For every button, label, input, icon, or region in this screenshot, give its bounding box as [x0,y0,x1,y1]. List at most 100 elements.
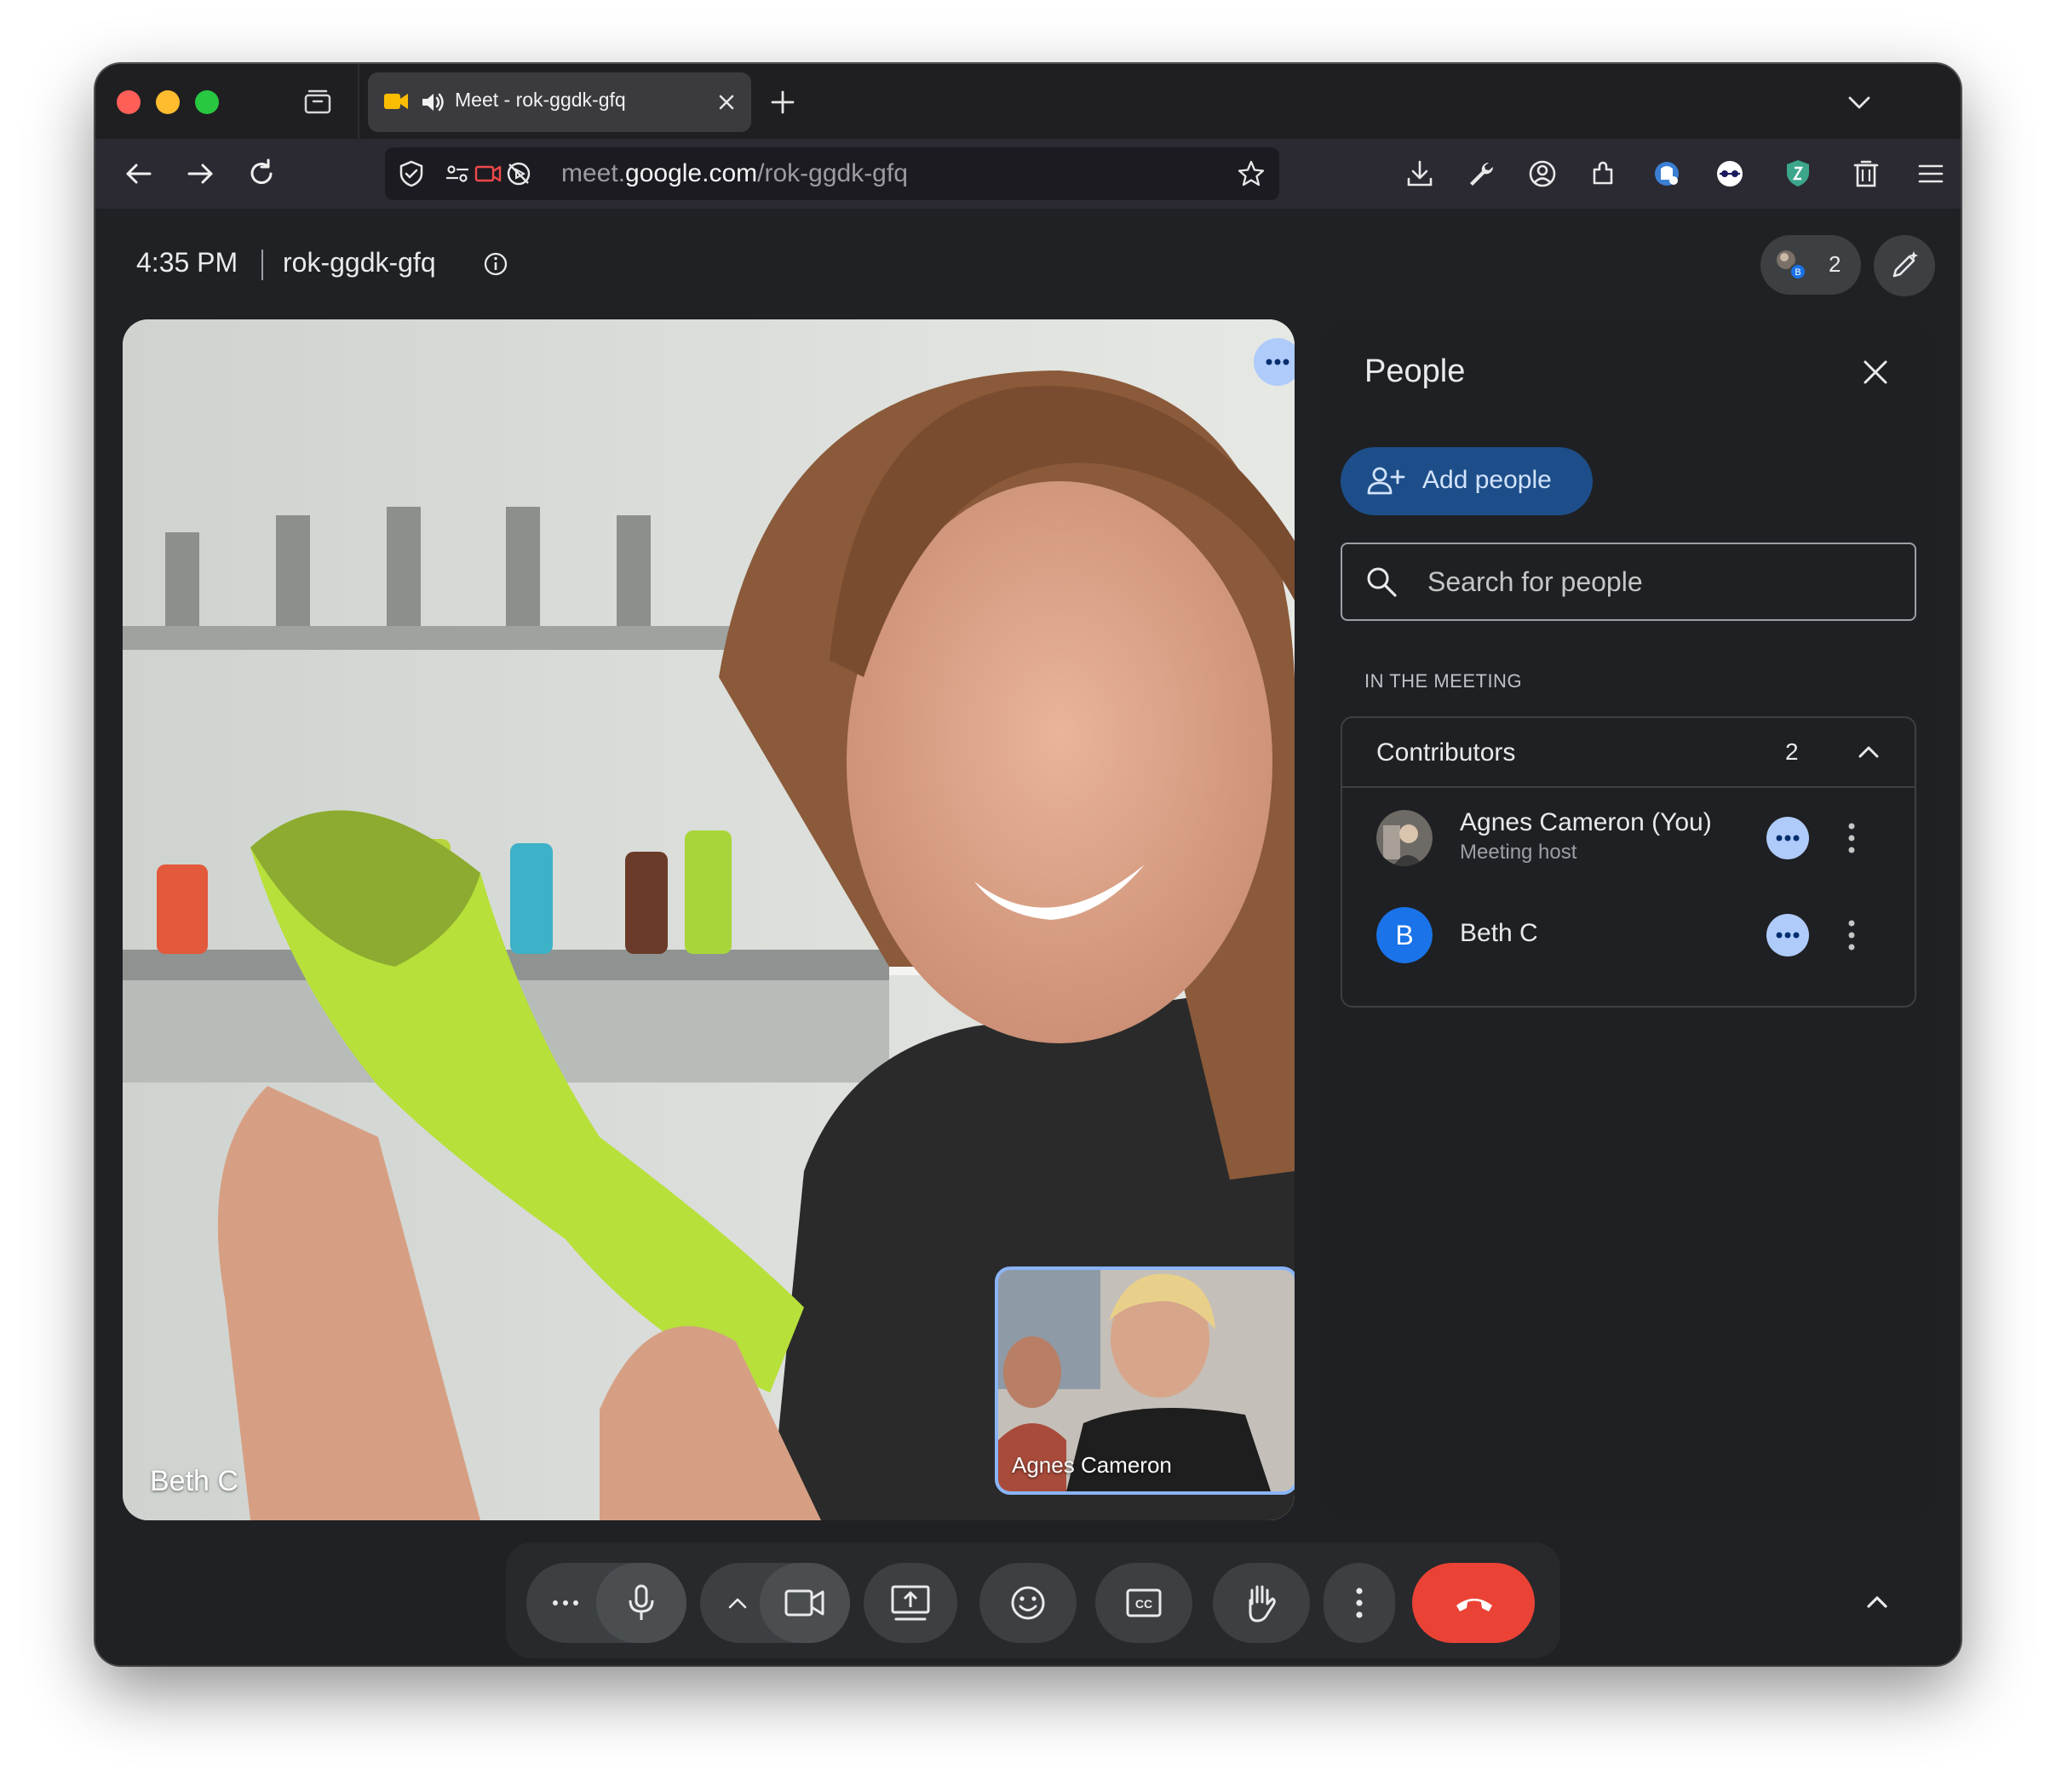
wrench-icon[interactable] [1465,158,1497,190]
google-meet-icon [384,94,408,109]
trash-icon[interactable] [1850,158,1882,190]
chevron-up-icon[interactable] [1860,1585,1894,1619]
contributors-header[interactable]: Contributors 2 [1342,718,1915,788]
tile-options-button[interactable] [1254,338,1295,386]
captions-button[interactable]: CC [1095,1563,1192,1643]
shield-extension-icon[interactable] [1782,158,1814,190]
camera-icon [784,1589,824,1617]
raise-hand-icon [1249,1585,1276,1623]
camera-in-use-icon[interactable] [474,159,503,188]
chevron-up-icon[interactable] [726,1594,749,1612]
self-view-tile[interactable]: Agnes Cameron [995,1266,1295,1495]
header-divider [261,250,263,280]
participant-count: 2 [1829,251,1841,277]
avatar-photo [1376,810,1433,866]
participant-options-button[interactable] [1766,914,1809,956]
speaker-icon[interactable] [419,89,445,115]
forward-icon[interactable] [184,158,216,190]
contributors-title: Contributors [1376,738,1516,767]
more-actions-button[interactable] [1324,1563,1395,1643]
close-window-button[interactable] [117,90,141,114]
main-video-tile[interactable]: Beth C Agnes Cameron [123,319,1295,1520]
search-box[interactable] [1341,543,1916,621]
info-icon[interactable] [482,250,509,278]
url-domain: google.com [625,159,758,187]
add-people-button[interactable]: Add people [1341,447,1593,515]
participant-row[interactable]: B Beth C [1342,888,1915,982]
participants-chip[interactable]: B 2 [1760,235,1861,295]
minimize-window-button[interactable] [156,90,180,114]
participants-avatars-icon: B [1777,250,1806,280]
participant-name: Beth C [1460,919,1538,947]
extensions-icon[interactable] [1588,158,1620,190]
autoplay-blocked-icon[interactable] [504,159,533,188]
leave-call-button[interactable] [1412,1563,1535,1643]
navigation-bar: meet.google.com/rok-ggdk-gfq [95,139,1961,209]
search-icon [1367,567,1397,597]
participant-row[interactable]: Agnes Cameron (You) Meeting host [1342,791,1915,885]
tab-separator [358,64,359,139]
camera-button[interactable] [760,1563,850,1643]
search-input[interactable] [1427,560,1887,604]
url-path: /rok-ggdk-gfq [757,159,908,187]
chevron-down-icon[interactable] [1845,88,1874,117]
participant-name-label: Beth C [150,1465,238,1497]
kebab-icon[interactable] [1845,820,1858,856]
person-add-icon [1367,467,1405,495]
account-icon[interactable] [1526,158,1559,190]
pen-sparkle-icon [1892,251,1918,278]
self-view-name-label: Agnes Cameron [1012,1452,1172,1478]
tab-meet[interactable]: Meet - rok-ggdk-gfq [368,72,751,132]
mic-button[interactable] [596,1563,686,1643]
svg-text:CC: CC [1135,1597,1152,1611]
emoji-icon [1011,1586,1045,1620]
menu-icon[interactable] [1915,158,1947,190]
participant-name: Agnes Cameron (You) [1460,808,1712,836]
call-controls: CC [506,1542,1560,1658]
privacy-badger-icon[interactable] [1651,158,1683,190]
mic-control-group [526,1563,686,1643]
url-bar[interactable]: meet.google.com/rok-ggdk-gfq [385,147,1279,200]
meeting-code: rok-ggdk-gfq [283,247,436,278]
contributors-group: Contributors 2 Agnes Cameron (You) Meeti… [1341,716,1916,1008]
contributors-count: 2 [1785,738,1799,765]
hang-up-icon [1456,1599,1492,1611]
panel-title: People [1364,353,1466,389]
url-prefix: meet. [561,159,626,187]
activities-button[interactable] [1874,235,1935,296]
reload-icon[interactable] [245,158,278,190]
more-options-icon[interactable] [550,1599,581,1607]
chevron-up-icon[interactable] [1853,737,1884,767]
section-label: IN THE MEETING [1364,670,1523,692]
reactions-button[interactable] [979,1563,1077,1643]
permissions-icon[interactable] [443,159,472,188]
close-icon[interactable] [1858,355,1892,389]
tracking-shield-icon[interactable] [397,159,426,188]
browser-window: Meet - rok-ggdk-gfq meet.google.com/rok-… [95,64,1961,1665]
back-icon[interactable] [123,158,155,190]
present-button[interactable] [864,1563,957,1643]
zoom-window-button[interactable] [195,90,219,114]
new-tab-icon[interactable] [768,88,797,117]
eye-extension-icon[interactable] [1714,158,1746,190]
participant-options-button[interactable] [1766,817,1809,859]
camera-control-group [700,1563,850,1643]
avatar [1376,810,1433,866]
kebab-icon[interactable] [1845,917,1858,953]
add-people-label: Add people [1422,466,1552,494]
more-horizontal-icon [1776,835,1800,841]
people-panel: People Add people Search for people IN T… [1322,319,1933,1520]
download-icon[interactable] [1404,158,1436,190]
tab-title: Meet - rok-ggdk-gfq [455,89,626,111]
tab-list-icon[interactable] [303,88,332,115]
bookmark-star-icon[interactable] [1237,159,1266,188]
more-horizontal-icon [1776,932,1800,939]
close-tab-icon[interactable] [713,89,740,116]
raise-hand-button[interactable] [1213,1563,1310,1643]
avatar-initial: B [1376,907,1433,963]
url-text[interactable]: meet.google.com/rok-ggdk-gfq [561,159,908,188]
present-icon [891,1585,930,1621]
tab-bar: Meet - rok-ggdk-gfq [95,64,1961,139]
svg-text:B: B [1795,267,1800,278]
mic-icon [629,1584,654,1620]
